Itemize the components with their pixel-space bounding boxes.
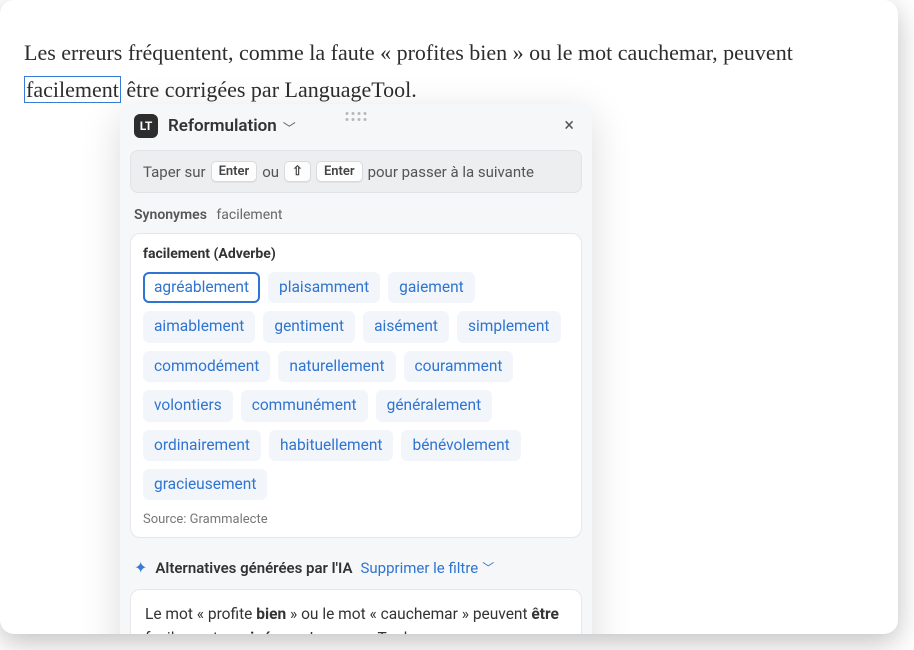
remove-filter-link[interactable]: Supprimer le filtre ﹀ — [360, 559, 494, 577]
popup-header: LT Reformulation ﹀ × — [120, 104, 592, 144]
synonym-chip[interactable]: gaiement — [388, 272, 475, 303]
reformulation-popup: LT Reformulation ﹀ × Taper sur Enter ou … — [120, 104, 592, 634]
ai-alternatives-header: ✦ Alternatives générées par l'IA Supprim… — [120, 548, 592, 589]
synonyms-card-title: facilement (Adverbe) — [143, 246, 569, 262]
synonyms-label: Synonymes — [134, 207, 207, 223]
ai-alternative-card[interactable]: Le mot « profite bien » ou le mot « cauc… — [130, 589, 582, 634]
hint-text: pour passer à la suivante — [368, 163, 534, 181]
ai-alternatives-label: Alternatives générées par l'IA — [155, 559, 352, 577]
doc-text-pre: Les erreurs fréquentent, comme la faute … — [24, 40, 793, 65]
doc-text-post: être corrigées par LanguageTool. — [121, 77, 417, 102]
app-logo-icon: LT — [134, 114, 158, 138]
synonym-chip-list: agréablement plaisamment gaiement aimableme… — [143, 272, 569, 500]
ai-alternatives-list: Le mot « profite bien » ou le mot « cauc… — [120, 589, 592, 634]
source-name: Grammalecte — [190, 512, 268, 527]
synonym-chip[interactable]: volontiers — [143, 390, 233, 421]
synonym-chip[interactable]: gracieusement — [143, 469, 267, 500]
synonym-headword: facilement — [143, 246, 210, 262]
synonym-chip[interactable]: commodément — [143, 351, 270, 382]
sparkle-icon: ✦ — [134, 558, 147, 577]
keyboard-hint: Taper sur Enter ou ⇧ Enter pour passer à… — [130, 150, 582, 193]
synonym-chip[interactable]: généralement — [376, 390, 493, 421]
remove-filter-text: Supprimer le filtre — [360, 559, 478, 577]
source-label: Source: — [143, 512, 186, 527]
close-icon[interactable]: × — [560, 115, 578, 137]
highlighted-word[interactable]: facilement — [24, 76, 121, 103]
synonym-chip[interactable]: aimablement — [143, 311, 255, 342]
synonyms-card: facilement (Adverbe) agréablement plaisam… — [130, 233, 582, 538]
synonym-chip[interactable]: communément — [241, 390, 368, 421]
chevron-down-icon[interactable]: ﹀ — [283, 118, 296, 137]
synonym-chip[interactable]: aisément — [363, 311, 449, 342]
synonym-chip[interactable]: bénévolement — [401, 430, 520, 461]
synonym-chip[interactable]: agréablement — [143, 272, 260, 303]
key-enter: Enter — [316, 161, 363, 182]
synonym-chip[interactable]: gentiment — [263, 311, 355, 342]
synonyms-word: facilement — [216, 207, 282, 223]
synonym-chip[interactable]: ordinairement — [143, 430, 261, 461]
synonym-part-of-speech: (Adverbe) — [214, 246, 276, 262]
synonym-chip[interactable]: naturellement — [278, 351, 395, 382]
key-enter: Enter — [211, 161, 258, 182]
popup-title[interactable]: Reformulation — [168, 116, 277, 136]
synonym-chip[interactable]: couramment — [404, 351, 514, 382]
synonym-chip[interactable]: simplement — [457, 311, 561, 342]
synonym-chip[interactable]: plaisamment — [268, 272, 380, 303]
synonym-source: Source: Grammalecte — [143, 512, 569, 527]
key-shift: ⇧ — [284, 161, 311, 182]
hint-text: Taper sur — [143, 163, 206, 181]
synonym-chip[interactable]: habituellement — [269, 430, 393, 461]
synonyms-header: Synonymes facilement — [120, 203, 592, 233]
document-paragraph[interactable]: Les erreurs fréquentent, comme la faute … — [24, 34, 874, 109]
hint-text: ou — [262, 163, 279, 181]
drag-handle-icon[interactable] — [346, 112, 367, 121]
chevron-down-icon: ﹀ — [482, 559, 494, 576]
document-canvas: Les erreurs fréquentent, comme la faute … — [0, 0, 898, 634]
